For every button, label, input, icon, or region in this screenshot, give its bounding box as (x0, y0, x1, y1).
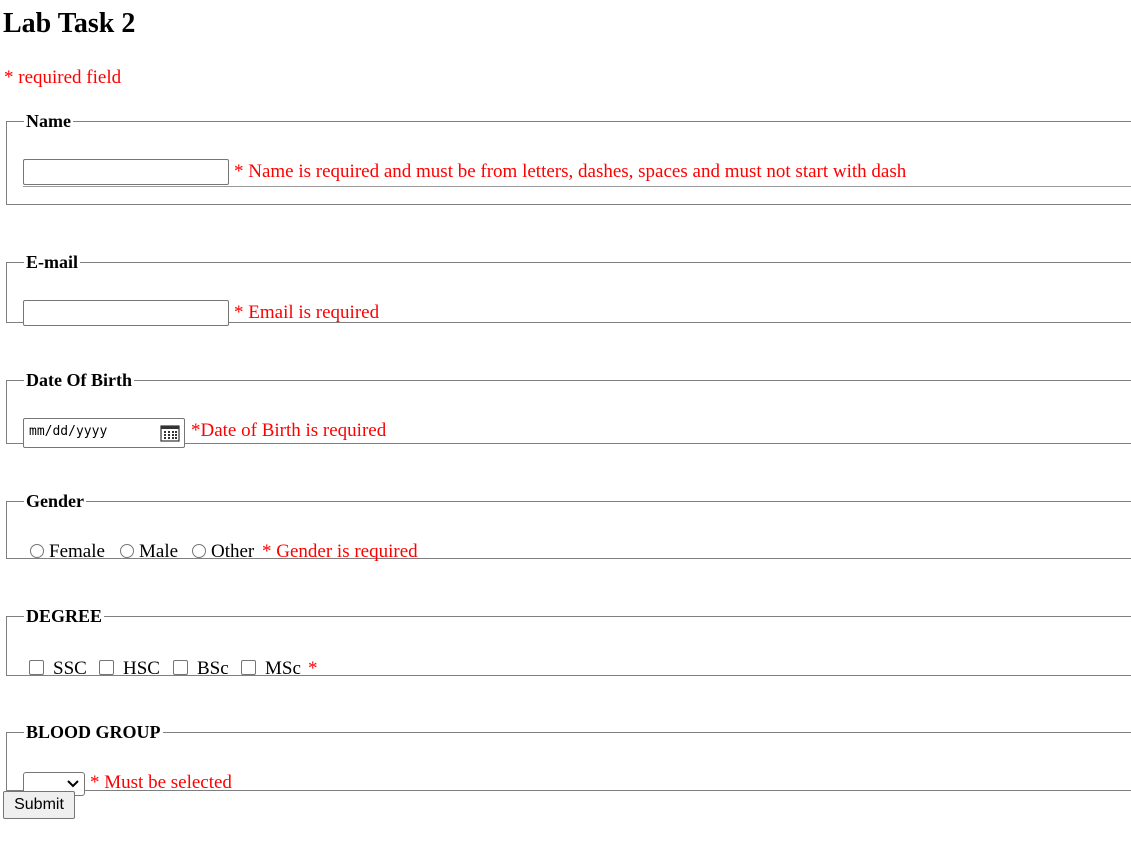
name-divider (23, 186, 1131, 187)
calendar-icon[interactable] (160, 424, 180, 442)
dob-fieldset: Date Of Birth mm/dd/yyyy *Date of Birth … (6, 370, 1131, 448)
email-input[interactable] (23, 300, 229, 326)
name-fieldset: Name * Name is required and must be from… (6, 111, 1131, 205)
degree-legend: DEGREE (26, 606, 103, 626)
dob-placeholder: mm/dd/yyyy (29, 424, 108, 439)
email-fieldset: E-mail * Email is required (6, 252, 1131, 326)
required-field-note: * required field (4, 67, 122, 88)
degree-fieldset: DEGREE SSC HSC BSc MSc * (6, 606, 1131, 679)
degree-checkbox-ssc[interactable] (29, 660, 44, 675)
degree-label-ssc: SSC (53, 658, 87, 679)
degree-label-bsc: BSc (197, 658, 229, 679)
degree-checkbox-hsc[interactable] (99, 660, 114, 675)
gender-label-female: Female (49, 541, 105, 562)
blood-group-legend: BLOOD GROUP (26, 722, 161, 742)
degree-checkbox-msc[interactable] (241, 660, 256, 675)
gender-label-male: Male (139, 541, 179, 562)
name-input[interactable] (23, 159, 229, 185)
dob-input[interactable]: mm/dd/yyyy (23, 418, 185, 448)
gender-error: * Gender is required (262, 541, 418, 562)
gender-radio-female[interactable] (30, 544, 44, 558)
degree-checkbox-bsc[interactable] (173, 660, 188, 675)
gender-radio-other[interactable] (192, 544, 206, 558)
gender-fieldset: Gender Female Male Other * Gender is req… (6, 491, 1131, 562)
name-error: * Name is required and must be from lett… (234, 161, 907, 182)
email-legend: E-mail (26, 252, 78, 272)
dob-legend: Date Of Birth (26, 370, 132, 390)
page-title: Lab Task 2 (3, 8, 136, 39)
chevron-down-icon (67, 780, 79, 788)
blood-group-fieldset: BLOOD GROUP * Must be selected (6, 722, 1131, 796)
degree-error: * (308, 658, 318, 679)
gender-radio-male[interactable] (120, 544, 134, 558)
degree-label-hsc: HSC (123, 658, 160, 679)
name-legend: Name (26, 111, 71, 131)
gender-label-other: Other (211, 541, 255, 562)
dob-error: *Date of Birth is required (191, 420, 387, 441)
degree-label-msc: MSc (265, 658, 301, 679)
form-page: Lab Task 2 * required field Name * Name … (0, 0, 1131, 850)
gender-legend: Gender (26, 491, 84, 511)
submit-button[interactable]: Submit (3, 791, 75, 819)
email-error: * Email is required (234, 302, 380, 323)
blood-group-error: * Must be selected (90, 772, 232, 793)
